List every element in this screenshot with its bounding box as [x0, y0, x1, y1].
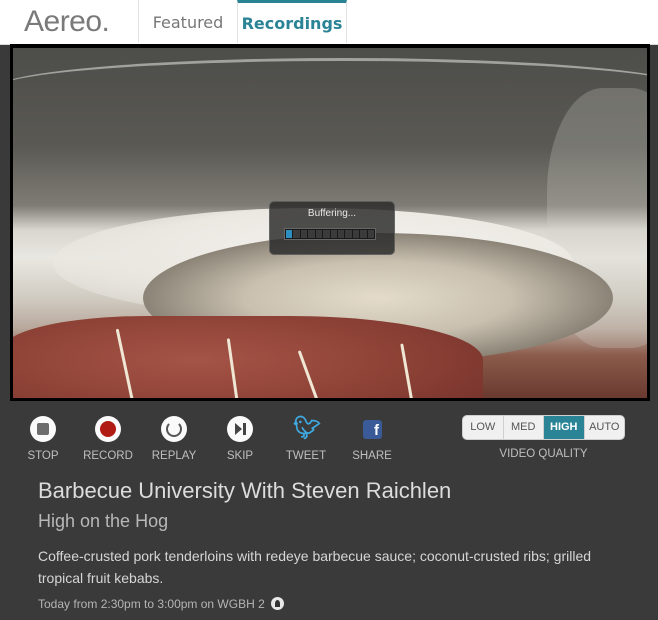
stop-label: STOP [27, 450, 59, 462]
buffer-segment [352, 230, 360, 238]
buffer-segment [293, 230, 300, 238]
share-label: SHARE [352, 450, 392, 462]
buffer-segment [300, 230, 308, 238]
quality-high[interactable]: HIGH [544, 416, 585, 439]
buffer-segment [286, 230, 293, 238]
tweet-label: TWEET [285, 450, 327, 462]
quality-med[interactable]: MED [504, 416, 544, 439]
skip-label: SKIP [226, 450, 254, 462]
buffer-segment [330, 230, 337, 238]
buffer-segment [323, 230, 330, 238]
buffer-segment [337, 230, 345, 238]
video-frame: Buffering... [13, 48, 647, 398]
pork-tenderloin [13, 316, 483, 398]
pbs-icon [270, 597, 284, 610]
quality-auto[interactable]: AUTO [585, 416, 625, 439]
buffer-segment [345, 230, 352, 238]
bowl-rim [13, 58, 647, 121]
tweet-button[interactable]: 🐦︎ TWEET [276, 416, 336, 462]
facebook-icon: f [359, 416, 385, 442]
buffering-progress-bar [284, 228, 376, 240]
stop-button[interactable]: STOP [13, 416, 73, 462]
buffer-segment [367, 230, 375, 238]
tab-featured[interactable]: Featured [138, 0, 237, 42]
video-player[interactable]: Buffering... [10, 44, 650, 401]
record-label: RECORD [83, 450, 133, 462]
replay-label: REPLAY [151, 450, 197, 462]
skip-icon [227, 416, 253, 442]
share-button[interactable]: f SHARE [342, 416, 402, 462]
stop-icon [30, 416, 56, 442]
buffering-overlay: Buffering... [269, 201, 395, 255]
skip-button[interactable]: SKIP [210, 416, 270, 462]
twitter-icon: 🐦︎ [293, 416, 321, 441]
top-nav-bar: Aereo. Featured Recordings [0, 0, 658, 45]
buffer-segment [360, 230, 367, 238]
video-quality-label: VIDEO QUALITY [499, 448, 588, 460]
buffer-segment [308, 230, 315, 238]
quality-low[interactable]: LOW [463, 416, 504, 439]
replay-icon [161, 416, 187, 442]
video-quality-selector: LOW MED HIGH AUTO [462, 415, 625, 440]
record-icon [95, 416, 121, 442]
aereo-logo[interactable]: Aereo. [24, 5, 110, 39]
buffer-segment [315, 230, 323, 238]
record-button[interactable]: RECORD [78, 416, 138, 462]
episode-title: High on the Hog [38, 511, 169, 531]
replay-button[interactable]: REPLAY [144, 416, 204, 462]
program-description: Coffee-crusted pork tenderloins with red… [38, 548, 592, 586]
program-title: Barbecue University With Steven Raichlen [38, 478, 452, 503]
airtime-text: Today from 2:30pm to 3:00pm on WGBH 2 [38, 597, 265, 611]
tab-recordings[interactable]: Recordings [237, 0, 347, 43]
airtime-info: Today from 2:30pm to 3:00pm on WGBH 2 [38, 597, 284, 611]
buffering-text: Buffering... [307, 208, 357, 219]
